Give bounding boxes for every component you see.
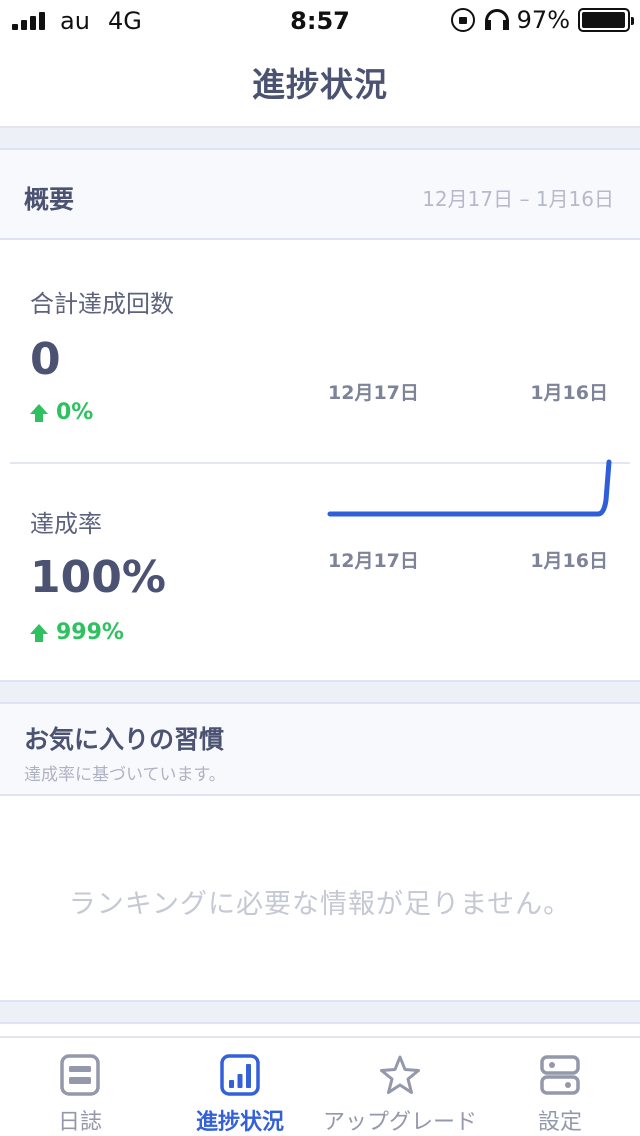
up-arrow-icon [30, 623, 48, 642]
tab-progress-label: 進捗状況 [195, 1110, 284, 1135]
tab-upgrade[interactable]: アップグレード [320, 1038, 480, 1136]
total-chart-axis-end: 1月16日 [530, 382, 608, 404]
tab-journal-label: 日誌 [57, 1110, 102, 1135]
completion-rate-label: 達成率 [30, 510, 102, 538]
completion-rate-metric[interactable]: 達成率 100% 999% 12月17日 1月16日 [0, 459, 640, 682]
battery-icon [578, 8, 634, 32]
rotation-lock-icon [450, 8, 475, 32]
star-icon [380, 1055, 420, 1094]
navigation-bar: 進捗状況 [0, 40, 640, 128]
up-arrow-icon [30, 403, 48, 422]
total-completions-change-value: 0% [56, 400, 94, 425]
overview-title: 概要 [24, 185, 75, 214]
overview-card: 概要 12月17日 – 1月16日 合計達成回数 0 0% 12月17日 1月1… [0, 148, 640, 682]
tab-progress[interactable]: 進捗状況 [160, 1038, 320, 1136]
page-title: 進捗状況 [252, 65, 388, 104]
status-bar: au 4G 8:57 97% [0, 0, 640, 40]
bar-chart-icon [220, 1054, 260, 1096]
tab-settings[interactable]: 設定 [480, 1038, 640, 1136]
journal-icon [60, 1054, 100, 1096]
total-completions-metric[interactable]: 合計達成回数 0 0% 12月17日 1月16日 [0, 242, 640, 462]
tab-journal[interactable]: 日誌 [0, 1038, 160, 1136]
headphones-icon [483, 8, 509, 32]
total-chart-axis-start: 12月17日 [328, 382, 419, 404]
total-completions-change: 0% [30, 400, 93, 425]
tab-settings-label: 設定 [537, 1110, 582, 1135]
completion-rate-sparkline [327, 459, 612, 517]
rate-chart-axis-start: 12月17日 [328, 550, 419, 572]
completion-rate-value: 100% [30, 552, 166, 603]
favorite-habits-subtitle: 達成率に基づいています。 [24, 765, 226, 785]
total-completions-label: 合計達成回数 [30, 290, 174, 318]
favorite-habits-empty-message: ランキングに必要な情報が足りません。 [68, 889, 572, 920]
completion-rate-change-value: 999% [56, 620, 124, 645]
favorite-habits-header: お気に入りの習慣 達成率に基づいています。 [0, 704, 640, 796]
status-icons: 97% [450, 6, 634, 34]
favorite-habits-title: お気に入りの習慣 [24, 725, 225, 754]
completion-rate-change: 999% [30, 620, 124, 645]
overview-date-range: 12月17日 – 1月16日 [422, 187, 614, 211]
settings-icon [540, 1055, 580, 1095]
battery-percent: 97% [516, 6, 570, 34]
tab-upgrade-label: アップグレード [322, 1110, 477, 1135]
total-completions-value: 0 [30, 334, 61, 385]
favorite-habits-card: お気に入りの習慣 達成率に基づいています。 ランキングに必要な情報が足りません。 [0, 702, 640, 1002]
rate-chart-axis-end: 1月16日 [530, 550, 608, 572]
completion-rate-line [327, 459, 612, 517]
overview-header: 概要 12月17日 – 1月16日 [0, 150, 640, 240]
tab-bar: 日誌 進捗状況 アップグレード 設定 [0, 1036, 640, 1136]
